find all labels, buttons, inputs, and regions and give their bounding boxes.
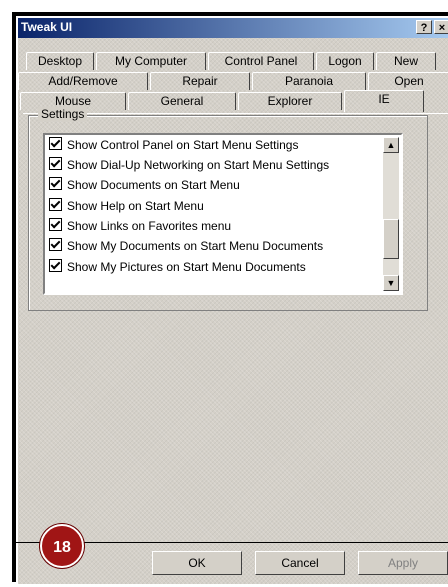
tab-my-computer[interactable]: My Computer [96, 52, 206, 70]
cancel-button[interactable]: Cancel [255, 551, 345, 575]
close-button[interactable]: × [434, 20, 448, 34]
tab-explorer[interactable]: Explorer [238, 92, 342, 110]
checkbox-checked[interactable] [49, 157, 62, 170]
list-item-label: Show Help on Start Menu [67, 199, 204, 213]
window-title: Tweak UI [21, 20, 73, 34]
list-item-label: Show Documents on Start Menu [67, 178, 240, 192]
tab-logon[interactable]: Logon [316, 52, 374, 70]
tab-paranoia[interactable]: Paranoia [252, 72, 366, 90]
checkbox-checked[interactable] [49, 238, 62, 251]
list-item-label: Show Control Panel on Start Menu Setting… [67, 138, 299, 152]
checkbox-checked[interactable] [49, 259, 62, 272]
list-item-label: Show My Pictures on Start Menu Documents [67, 260, 306, 274]
list-item[interactable]: Show Control Panel on Start Menu Setting… [49, 135, 298, 155]
checkbox-checked[interactable] [49, 137, 62, 150]
tab-general[interactable]: General [128, 92, 236, 110]
list-item[interactable]: Show Help on Start Menu [49, 196, 204, 216]
list-item-label: Show My Documents on Start Menu Document… [67, 239, 324, 253]
help-button[interactable]: ? [416, 20, 432, 34]
list-item-label: Show Links on Favorites menu [67, 219, 232, 233]
checkbox-checked[interactable] [49, 218, 62, 231]
ok-button[interactable]: OK [152, 551, 242, 575]
scroll-thumb[interactable] [383, 219, 399, 259]
list-item[interactable]: Show Links on Favorites menu [49, 216, 231, 236]
step-badge: 18 [40, 524, 84, 568]
apply-button[interactable]: Apply [358, 551, 448, 575]
tab-repair[interactable]: Repair [150, 72, 250, 90]
settings-group-label: Settings [38, 107, 88, 121]
tab-open[interactable]: Open [368, 72, 448, 90]
tab-control-panel[interactable]: Control Panel [208, 52, 314, 70]
checkbox-checked[interactable] [49, 177, 62, 190]
vertical-scrollbar[interactable]: ▲ ▼ [383, 137, 399, 291]
list-item[interactable]: Show Dial-Up Networking on Start Menu Se… [49, 155, 329, 175]
scroll-down-icon[interactable]: ▼ [383, 275, 399, 291]
list-item[interactable]: Show My Documents on Start Menu Document… [49, 236, 323, 256]
list-item[interactable]: Show Documents on Start Menu [49, 175, 240, 195]
tab-desktop[interactable]: Desktop [26, 52, 94, 70]
title-bar: Tweak UI ? × [18, 18, 448, 38]
list-item[interactable]: Show My Pictures on Start Menu Documents [49, 257, 306, 277]
list-item-label: Show Dial-Up Networking on Start Menu Se… [67, 158, 330, 172]
scroll-up-icon[interactable]: ▲ [383, 137, 399, 153]
tab-ie[interactable]: IE [344, 90, 424, 112]
settings-listbox[interactable]: Show Control Panel on Start Menu Setting… [43, 133, 403, 295]
checkbox-checked[interactable] [49, 198, 62, 211]
tab-new[interactable]: New [376, 52, 436, 70]
tab-add-remove[interactable]: Add/Remove [18, 72, 148, 90]
